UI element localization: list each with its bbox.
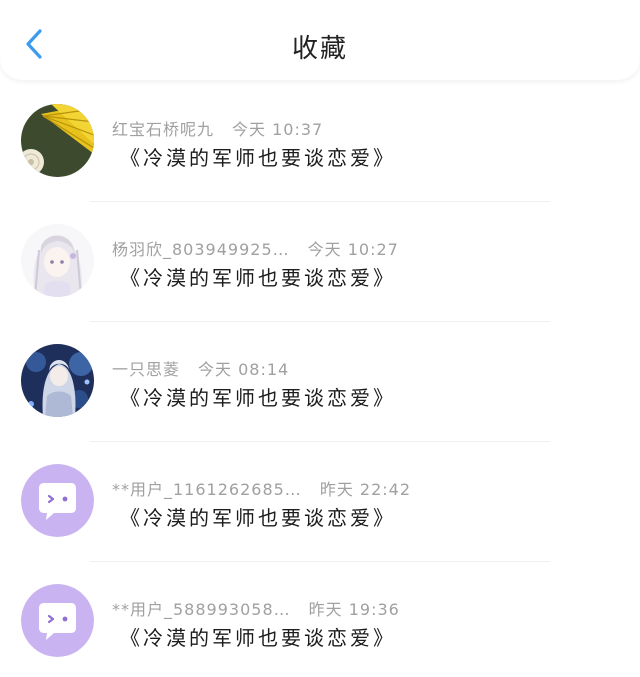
- favorites-list: 红宝石桥呢九 今天 10:37 《冷漠的军师也要谈恋爱》 杨羽欣_8039499…: [0, 82, 640, 677]
- favorites-page: 收藏 红宝石桥呢九 今天 10:37 《冷漠的军师也要谈恋爱》 杨羽欣_8039…: [0, 0, 640, 677]
- username[interactable]: 一只思菱: [112, 360, 180, 379]
- username[interactable]: **用户_588993058…: [112, 600, 291, 619]
- list-item[interactable]: **用户_1161262685… 昨天 22:42 《冷漠的军师也要谈恋爱》: [0, 442, 640, 562]
- timestamp: 今天 10:37: [232, 120, 324, 139]
- username[interactable]: 红宝石桥呢九: [112, 120, 214, 139]
- item-meta: **用户_588993058… 昨天 19:36: [112, 596, 400, 620]
- timestamp: 今天 08:14: [198, 360, 290, 379]
- default-chat-avatar-icon: [21, 464, 94, 537]
- list-item[interactable]: **用户_588993058… 昨天 19:36 《冷漠的军师也要谈恋爱》: [0, 562, 640, 677]
- list-item[interactable]: 一只思菱 今天 08:14 《冷漠的军师也要谈恋爱》: [0, 322, 640, 442]
- list-item[interactable]: 杨羽欣_803949925… 今天 10:27 《冷漠的军师也要谈恋爱》: [0, 202, 640, 322]
- avatar[interactable]: [21, 584, 94, 657]
- page-title: 收藏: [291, 34, 348, 64]
- item-meta: 杨羽欣_803949925… 今天 10:27: [112, 236, 399, 260]
- top-bar: 收藏: [0, 0, 640, 80]
- anime-girl-sketch-avatar-icon: [21, 224, 94, 297]
- book-title[interactable]: 《冷漠的军师也要谈恋爱》: [120, 502, 396, 531]
- anime-girl-blue-avatar-icon: [21, 344, 94, 417]
- username[interactable]: 杨羽欣_803949925…: [112, 240, 290, 259]
- avatar[interactable]: [21, 224, 94, 297]
- book-title[interactable]: 《冷漠的军师也要谈恋爱》: [120, 142, 396, 171]
- avatar[interactable]: [21, 104, 94, 177]
- item-meta: 红宝石桥呢九 今天 10:37: [112, 116, 323, 140]
- item-meta: 一只思菱 今天 08:14: [112, 356, 289, 380]
- item-meta: **用户_1161262685… 昨天 22:42: [112, 476, 411, 500]
- timestamp: 昨天 22:42: [319, 480, 412, 499]
- username[interactable]: **用户_1161262685…: [112, 480, 302, 499]
- book-title[interactable]: 《冷漠的军师也要谈恋爱》: [120, 262, 396, 291]
- timestamp: 今天 10:27: [307, 240, 399, 259]
- yellow-fan-avatar-icon: [21, 104, 94, 177]
- list-item[interactable]: 红宝石桥呢九 今天 10:37 《冷漠的军师也要谈恋爱》: [0, 82, 640, 202]
- avatar[interactable]: [21, 464, 94, 537]
- default-chat-avatar-icon: [21, 584, 94, 657]
- avatar[interactable]: [21, 344, 94, 417]
- book-title[interactable]: 《冷漠的军师也要谈恋爱》: [120, 382, 396, 411]
- timestamp: 昨天 19:36: [308, 600, 400, 619]
- book-title[interactable]: 《冷漠的军师也要谈恋爱》: [120, 622, 396, 651]
